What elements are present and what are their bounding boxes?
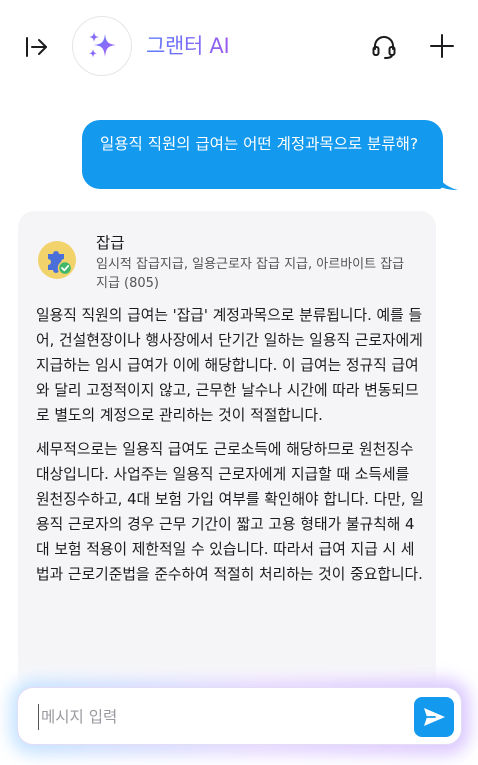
account-title: 잡급 (96, 234, 125, 252)
assistant-avatar (72, 16, 132, 76)
message-composer (17, 687, 462, 745)
account-category-badge (38, 241, 76, 279)
app-title: 그랜터 AI (146, 34, 230, 58)
send-icon (424, 708, 445, 726)
sidebar-collapse-icon (26, 37, 47, 57)
puzzle-check-icon (48, 251, 73, 276)
answer-paragraph: 일용직 직원의 급여는 '잡급' 계정과목으로 분류됩니다. 예를 들어, 건설… (36, 307, 423, 424)
new-chat-button[interactable] (424, 28, 460, 64)
assistant-answer: 일용직 직원의 급여는 '잡급' 계정과목으로 분류됩니다. 예를 들어, 건설… (36, 303, 426, 596)
sparkles-icon (89, 32, 116, 58)
message-input[interactable] (38, 704, 398, 730)
headset-icon (372, 36, 396, 59)
answer-paragraph: 세무적으로는 일용직 급여도 근로소득에 해당하므로 원천징수 대상입니다. 사… (36, 441, 424, 583)
user-message-bubble: 일용직 직원의 급여는 어떤 계정과목으로 분류해? (82, 120, 443, 189)
bubble-tail (432, 170, 458, 190)
support-button[interactable] (366, 28, 402, 64)
sidebar-toggle-button[interactable] (20, 30, 54, 64)
plus-icon (430, 34, 454, 58)
send-button[interactable] (414, 697, 454, 737)
chat-header: 그랜터 AI (0, 0, 478, 92)
assistant-message-card: 잡급 임시적 잡급지급, 일용근로자 잡급 지급, 아르바이트 잡급 지급 (8… (18, 211, 436, 691)
account-subtitle: 임시적 잡급지급, 일용근로자 잡급 지급, 아르바이트 잡급 지급 (805) (96, 257, 405, 291)
